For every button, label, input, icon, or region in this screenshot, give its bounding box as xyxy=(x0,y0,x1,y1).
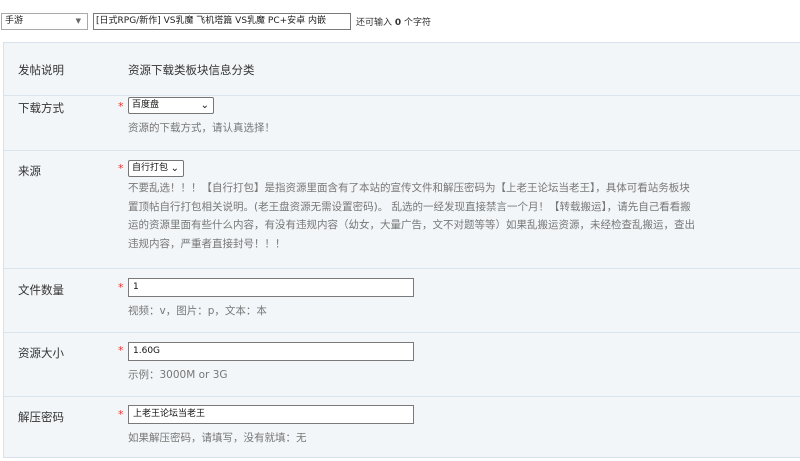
thread-header-bar: 手游 ▼ [日式RPG/新作] VS乳魔 飞机塔篇 VS乳魔 PC+安卓 内嵌 … xyxy=(0,0,800,40)
required-marker: * xyxy=(118,281,124,294)
file-count-help: 视频：v，图片：p，文本：本 xyxy=(128,305,267,317)
extract-password-value: 上老王论坛当老王 xyxy=(133,409,206,419)
row-post-description: 发帖说明 资源下载类板块信息分类 xyxy=(4,43,800,96)
required-marker: * xyxy=(118,344,124,357)
source-help: 不要乱选！！！【自行打包】是指资源里面含有了本站的宣传文件和解压密码为【上老王论… xyxy=(128,179,800,253)
category-select[interactable]: 手游 ▼ xyxy=(1,13,88,30)
row-extract-password: 解压密码 * 上老王论坛当老王 如果解压密码，请填写，没有就填：无 xyxy=(4,396,800,457)
file-count-label: 文件数量 xyxy=(18,283,64,297)
row-download-method: 下载方式 * 百度盘 ⌄ 资源的下载方式，请认真选择！ xyxy=(4,95,800,151)
required-marker: * xyxy=(118,100,124,113)
extract-password-input[interactable]: 上老王论坛当老王 xyxy=(128,405,414,424)
required-marker: * xyxy=(118,162,124,175)
file-count-input[interactable]: 1 xyxy=(128,278,414,297)
extract-password-label: 解压密码 xyxy=(18,410,64,424)
post-description-value: 资源下载类板块信息分类 xyxy=(128,63,255,77)
download-method-help: 资源的下载方式，请认真选择！ xyxy=(128,122,275,134)
source-help-line: 不要乱选！！！【自行打包】是指资源里面含有了本站的宣传文件和解压密码为【上老王论… xyxy=(128,182,690,194)
row-resource-size: 资源大小 * 1.60G 示例：3000M or 3G xyxy=(4,332,800,397)
resource-size-value: 1.60G xyxy=(133,346,161,356)
post-description-label: 发帖说明 xyxy=(18,63,64,77)
source-help-line: 置顶帖自行打包相关说明。(老王盘资源无需设置密码)。 乱选的一经发现直接禁言一个… xyxy=(128,200,691,213)
source-select[interactable]: 自行打包 ⌄ xyxy=(128,160,184,177)
resource-size-input[interactable]: 1.60G xyxy=(128,342,414,361)
char-count-hint: 还可输入 0 个字符 xyxy=(356,15,431,28)
source-help-line: 违规内容，严重者直接封号！！！ xyxy=(128,237,286,250)
download-method-label: 下载方式 xyxy=(18,101,64,115)
source-help-line: 运的资源里面有些什么内容，有没有违规内容（幼女，大量广告，文不对题等等）如果乱搬… xyxy=(128,219,695,231)
dropdown-arrow-icon: ▼ xyxy=(75,17,81,25)
char-hint-prefix: 还可输入 xyxy=(356,18,393,28)
file-count-value: 1 xyxy=(133,282,139,292)
source-label: 来源 xyxy=(18,164,41,178)
download-method-select[interactable]: 百度盘 ⌄ xyxy=(128,97,214,114)
category-select-value: 手游 xyxy=(5,16,24,26)
required-marker: * xyxy=(118,408,124,421)
chevron-down-icon: ⌄ xyxy=(170,163,179,174)
resource-info-form: 发帖说明 资源下载类板块信息分类 下载方式 * 百度盘 ⌄ 资源的下载方式，请认… xyxy=(3,42,800,458)
resource-size-help: 示例：3000M or 3G xyxy=(128,369,228,381)
thread-title-input[interactable]: [日式RPG/新作] VS乳魔 飞机塔篇 VS乳魔 PC+安卓 内嵌 xyxy=(93,13,351,30)
char-hint-suffix: 个字符 xyxy=(404,18,432,28)
row-source: 来源 * 自行打包 ⌄ 不要乱选！！！【自行打包】是指资源里面含有了本站的宣传文… xyxy=(4,150,800,269)
row-file-count: 文件数量 * 1 视频：v，图片：p，文本：本 xyxy=(4,268,800,333)
download-method-selected: 百度盘 xyxy=(132,100,160,110)
resource-size-label: 资源大小 xyxy=(18,346,64,360)
source-selected: 自行打包 xyxy=(132,163,169,173)
thread-title-value: [日式RPG/新作] VS乳魔 飞机塔篇 VS乳魔 PC+安卓 内嵌 xyxy=(96,16,327,26)
char-hint-count: 0 xyxy=(394,18,402,28)
extract-password-help: 如果解压密码，请填写，没有就填：无 xyxy=(128,432,307,444)
chevron-down-icon: ⌄ xyxy=(200,100,209,111)
